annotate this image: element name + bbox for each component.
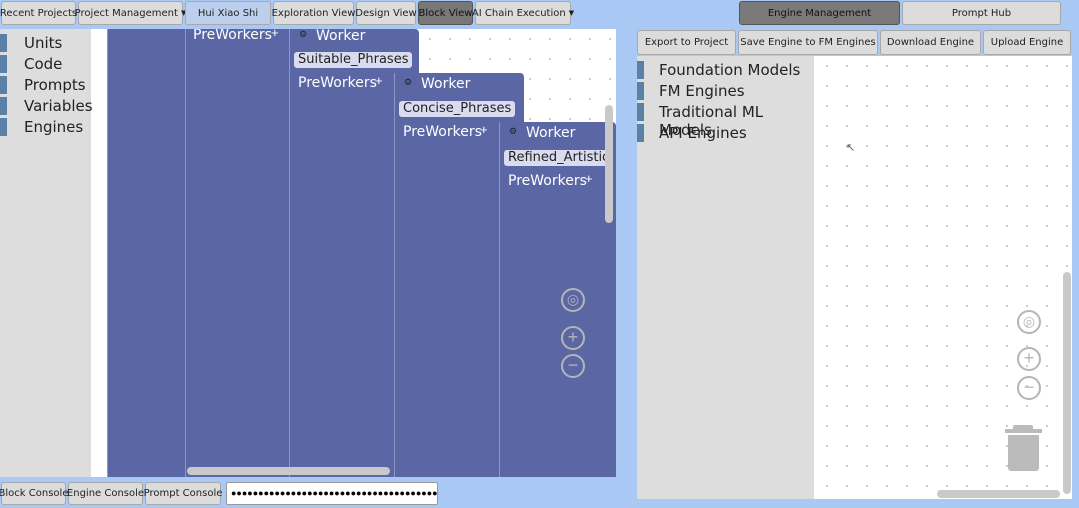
zoom-out-icon[interactable]: − <box>1017 376 1041 400</box>
horizontal-scrollbar[interactable] <box>937 490 1060 498</box>
worker-block[interactable]: PreWorkers + <box>185 29 297 477</box>
toolbox-item-prompts[interactable]: Prompts <box>0 75 91 94</box>
block-workspace[interactable]: Units Code Prompts Variables Engines Pre… <box>0 29 616 477</box>
export-to-project-button[interactable]: Export to Project <box>637 30 736 55</box>
toolbox: Units Code Prompts Variables Engines <box>0 29 93 477</box>
engine-item-traditional-ml-models[interactable]: Traditional ML Models <box>637 101 814 139</box>
ai-chain-execution-menu[interactable]: AI Chain Execution ▼ <box>472 1 575 25</box>
save-engine-button[interactable]: Save Engine to FM Engines <box>738 30 878 55</box>
worker-field[interactable]: Suitable_Phrases <box>294 52 413 68</box>
worker-field[interactable]: Refined_Artistic <box>504 150 614 166</box>
add-preworker-icon[interactable]: + <box>375 73 383 88</box>
worker-label: Worker <box>421 76 471 92</box>
engine-list: Foundation Models FM Engines Traditional… <box>637 56 814 499</box>
recenter-icon[interactable]: ◎ <box>1017 310 1041 334</box>
design-view-tab[interactable]: Design View <box>355 1 417 25</box>
preworkers-label: PreWorkers <box>193 29 272 43</box>
exploration-view-tab[interactable]: Exploration View <box>272 1 355 25</box>
engine-item-foundation-models[interactable]: Foundation Models <box>637 59 814 79</box>
worker-block[interactable]: ⚙ Worker Refined_Artistic PreWorkers + <box>499 122 616 477</box>
zoom-out-icon[interactable]: − <box>561 354 585 378</box>
vertical-scrollbar[interactable] <box>605 105 613 223</box>
engine-item-fm-engines[interactable]: FM Engines <box>637 80 814 100</box>
tab-engine-management[interactable]: Engine Management <box>739 1 900 25</box>
user-name-button[interactable]: Hui Xiao Shi <box>185 1 271 25</box>
worker-field[interactable]: Concise_Phrases <box>399 101 516 117</box>
project-management-menu[interactable]: Project Management ▼ <box>75 1 186 25</box>
block-console-button[interactable]: Block Console <box>0 482 68 505</box>
preworkers-label: PreWorkers <box>298 75 377 91</box>
recenter-icon[interactable]: ◎ <box>561 288 585 312</box>
worker-label: Worker <box>526 125 576 141</box>
preworkers-label: PreWorkers <box>403 124 482 140</box>
vertical-scrollbar[interactable] <box>1063 272 1071 494</box>
add-preworker-icon[interactable]: + <box>271 29 279 40</box>
block-view-tab[interactable]: Block View <box>418 1 473 25</box>
zoom-in-icon[interactable]: + <box>1017 347 1041 371</box>
toolbox-item-engines[interactable]: Engines <box>0 117 91 136</box>
engine-console-button[interactable]: Engine Console <box>67 482 144 505</box>
engine-workspace[interactable]: Foundation Models FM Engines Traditional… <box>637 56 1072 499</box>
toolbox-item-units[interactable]: Units <box>0 33 91 52</box>
upload-engine-button[interactable]: Upload Engine <box>983 30 1071 55</box>
toolbox-item-variables[interactable]: Variables <box>0 96 93 115</box>
worker-label: Worker <box>316 29 366 44</box>
tab-prompt-hub[interactable]: Prompt Hub <box>902 1 1061 25</box>
preworkers-label: PreWorkers <box>508 173 587 189</box>
console-password-input[interactable]: ●●●●●●●●●●●●●●●●●●●●●●●●●●●●●●●●●●●●●●●●… <box>226 482 438 505</box>
gear-icon[interactable]: ⚙ <box>404 77 412 88</box>
horizontal-scrollbar[interactable] <box>187 467 390 475</box>
recent-projects-button[interactable]: Recent Projects <box>0 1 77 25</box>
download-engine-button[interactable]: Download Engine <box>880 30 981 55</box>
zoom-in-icon[interactable]: + <box>561 326 585 350</box>
add-preworker-icon[interactable]: + <box>480 122 488 137</box>
mouse-cursor-icon: ↖ <box>846 142 856 154</box>
trash-icon[interactable] <box>1005 425 1042 471</box>
add-preworker-icon[interactable]: + <box>585 171 593 186</box>
gear-icon[interactable]: ⚙ <box>299 29 307 40</box>
chevron-down-icon: ▼ <box>568 9 575 17</box>
gear-icon[interactable]: ⚙ <box>509 126 517 137</box>
toolbox-item-code[interactable]: Code <box>0 54 91 73</box>
worker-block[interactable] <box>107 29 197 477</box>
prompt-console-button[interactable]: Prompt Console <box>144 482 222 505</box>
engine-item-api-engines[interactable]: API Engines <box>637 122 814 142</box>
